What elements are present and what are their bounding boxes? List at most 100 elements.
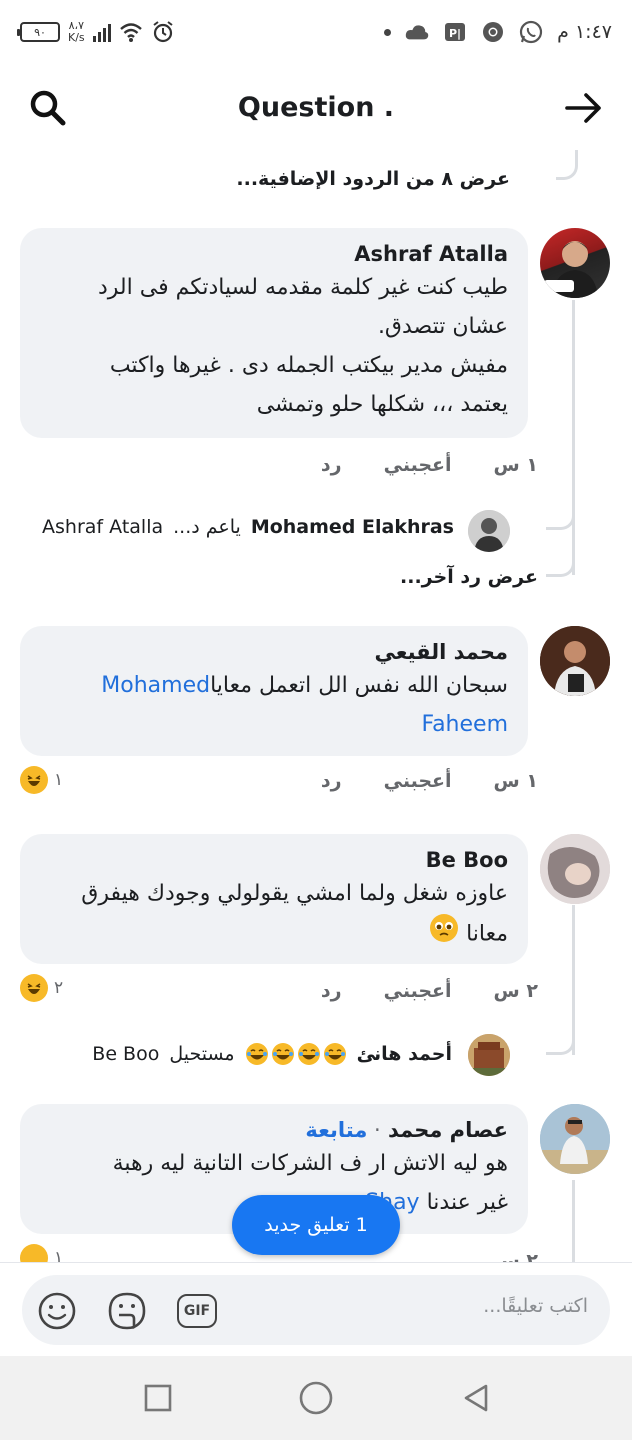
comment-time: ١ س (493, 770, 538, 792)
avatar[interactable] (540, 626, 610, 696)
view-more-replies-link[interactable]: عرض رد آخر... (400, 566, 538, 588)
laugh-reaction-icon (20, 974, 48, 1002)
comment-author[interactable]: عصام محمد (388, 1118, 508, 1142)
thread-line (572, 1180, 575, 1262)
comment-author[interactable]: Be Boo (40, 846, 508, 874)
reply-button[interactable]: رد (321, 770, 342, 792)
view-more-replies-link[interactable]: عرض ٨ من الردود الإضافية... (236, 168, 510, 190)
arrow-right-icon (565, 93, 601, 123)
comment-bubble[interactable]: محمد القيعي سبحان الله نفس الل اتعمل معا… (20, 626, 528, 756)
comment-text-line: سبحان الله نفس الل اتعمل معاياMohamed (40, 666, 508, 705)
comment-time: ٢ س (493, 980, 538, 1002)
avatar[interactable] (468, 1034, 510, 1076)
page-title: Question . (237, 92, 395, 123)
comment-author[interactable]: Ashraf Atalla (40, 240, 508, 268)
thread-connector (546, 500, 575, 530)
signal-icon (92, 22, 111, 42)
recents-button[interactable] (138, 1378, 178, 1418)
like-button[interactable]: أعجبني (384, 980, 452, 1002)
emoji-button[interactable] (36, 1290, 78, 1332)
sticker-button[interactable] (106, 1290, 148, 1332)
cloud-icon (405, 20, 429, 44)
net-speed-unit: K/s (68, 31, 85, 44)
comment-text-line: Faheem (40, 705, 508, 744)
reactions-summary[interactable]: ١ (20, 1244, 63, 1262)
comment-text-line: مفيش مدير بيكتب الجمله دى . غيرها واكتب (109, 353, 508, 378)
avatar[interactable] (540, 834, 610, 904)
pdf-app-icon: P| (443, 20, 467, 44)
notification-dot-icon (384, 28, 392, 36)
reply-mention: Ashraf Atalla (42, 516, 164, 538)
reply-button[interactable]: رد (321, 454, 342, 476)
status-left: ٩٠ ٨،٧ K/s (17, 14, 175, 50)
sticker-icon (108, 1292, 146, 1330)
triangle-back-icon (464, 1384, 488, 1412)
reply-text: ياعم د... (173, 516, 241, 538)
smiley-icon (38, 1292, 76, 1330)
back-button[interactable] (456, 1378, 496, 1418)
thread-line (572, 300, 575, 575)
mention-link[interactable]: Faheem (421, 712, 508, 737)
comment-text: سبحان الله نفس الل اتعمل معايا (210, 673, 508, 698)
reply-text: مستحيل (169, 1043, 235, 1065)
reaction-count: ١ (54, 770, 64, 790)
reply-author[interactable]: Mohamed Elakhras (251, 516, 454, 538)
new-comment-button[interactable]: 1 تعليق جديد (232, 1195, 400, 1255)
header: Question . (0, 76, 632, 140)
comment-bubble[interactable]: Ashraf Atalla طيب كنت غير كلمة مقدمه لسي… (20, 228, 528, 438)
gif-icon: GIF (177, 1294, 217, 1328)
comment-text-line: طيب كنت غير كلمة مقدمه لسيادتكم فى الرد (98, 275, 508, 300)
system-nav-bar (0, 1356, 632, 1440)
alarm-icon (151, 20, 175, 44)
comment-actions: ٢ س أعجبني رد (279, 980, 538, 1002)
laugh-reaction-icon (20, 766, 48, 794)
like-button[interactable]: أعجبني (384, 454, 452, 476)
comment-text: معانا (466, 921, 508, 947)
chrome-icon (481, 20, 505, 44)
home-button[interactable] (296, 1378, 336, 1418)
comment-time: ١ س (493, 454, 538, 476)
mention-link[interactable]: Mohamed (101, 673, 210, 698)
like-button[interactable]: أعجبني (384, 770, 452, 792)
avatar[interactable] (540, 228, 610, 298)
square-icon (144, 1384, 172, 1412)
status-bar: ٩٠ ٨،٧ K/s P| ١:٤٧ م (0, 0, 632, 64)
reply-author[interactable]: أحمد هانئ (357, 1043, 452, 1065)
battery-icon: ٩٠ (17, 22, 60, 42)
follow-button[interactable]: متابعة (305, 1118, 367, 1142)
reactions-summary[interactable]: ١ (20, 766, 63, 794)
comment-text-line: عشان تتصدق. (377, 314, 508, 339)
comment-text-line: يعتمد ،،، شكلها حلو وتمشى (256, 392, 508, 417)
forward-button[interactable] (562, 86, 606, 130)
avatar[interactable] (540, 1104, 610, 1174)
pleading-face-icon (429, 913, 459, 956)
clock: ١:٤٧ م (557, 21, 612, 43)
comment-author-row: عصام محمد · متابعة (305, 1118, 508, 1142)
net-speed: ٨،٧ K/s (68, 20, 85, 44)
comment-actions: ٢ س (452, 1244, 538, 1262)
comment-placeholder: اكتب تعليقًا... (483, 1295, 588, 1317)
reactions-summary[interactable]: ٢ (20, 974, 63, 1002)
avatar[interactable] (468, 510, 510, 552)
comment-time: ٢ س (493, 1250, 538, 1262)
battery-level: ٩٠ (34, 25, 46, 39)
comment-text-line: عاوزه شغل ولما امشي يقولولي وجودك هيفرق (81, 881, 508, 906)
whatsapp-icon (519, 20, 543, 44)
comment-author[interactable]: محمد القيعي (40, 638, 508, 666)
thread-connector (546, 545, 575, 577)
reaction-count: ٢ (54, 978, 64, 998)
laughing-tears-icons (245, 1042, 347, 1066)
reaction-count: ١ (54, 1248, 64, 1262)
comment-input[interactable]: GIF اكتب تعليقًا... (22, 1275, 610, 1345)
nested-reply[interactable]: Mohamed Elakhras ياعم د... Ashraf Atalla (42, 516, 454, 538)
wifi-icon (119, 20, 143, 44)
gif-button[interactable]: GIF (176, 1290, 218, 1332)
comment-text-line: هو ليه الاتش ار ف الشركات التانية ليه ره… (112, 1151, 508, 1176)
reply-button[interactable]: رد (321, 980, 342, 1002)
circle-icon (299, 1381, 333, 1415)
laugh-reaction-icon (20, 1244, 48, 1262)
svg-text:P|: P| (449, 27, 461, 40)
comment-bubble[interactable]: Be Boo عاوزه شغل ولما امشي يقولولي وجودك… (20, 834, 528, 964)
comment-composer-bar: GIF اكتب تعليقًا... (0, 1262, 632, 1356)
nested-reply[interactable]: أحمد هانئ مستحيل Be Boo (92, 1042, 452, 1066)
